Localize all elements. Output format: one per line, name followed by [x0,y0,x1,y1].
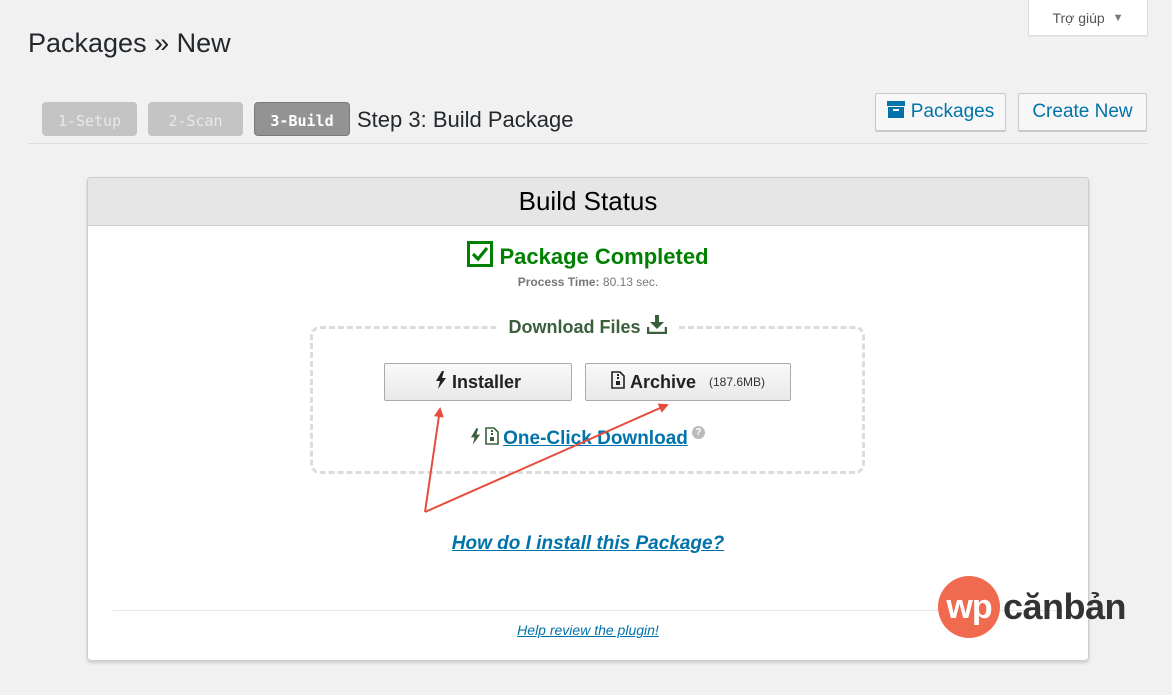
panel-title: Build Status [88,178,1088,226]
package-completed-status: Package Completed [88,241,1088,273]
step-build: 3-Build [254,102,350,136]
installer-button[interactable]: Installer [384,363,572,401]
process-time-label: Process Time: [517,275,600,289]
header-divider [28,143,1148,144]
process-time-value: 80.13 sec. [602,275,659,289]
packages-button[interactable]: Packages [875,93,1006,131]
wpcanban-logo: wp cănbản [938,576,1127,638]
download-icon [646,315,667,339]
step-scan: 2-Scan [148,102,243,136]
help-tab[interactable]: Trợ giúp ▼ [1028,0,1148,36]
download-files-legend-inner: Download Files [496,315,679,339]
help-tab-label: Trợ giúp [1052,9,1105,26]
archive-size: (187.6MB) [709,375,766,389]
bolt-icon [435,370,447,394]
logo-badge: wp [938,576,1000,638]
logo-text: cănbản [1003,586,1127,627]
how-to-install-link[interactable]: How do I install this Package? [452,533,724,554]
bolt-icon [470,427,481,450]
help-question-icon[interactable]: ? [691,426,705,439]
top-actions: Packages Create New [875,93,1147,131]
page-title: Packages » New [28,28,231,58]
process-time: Process Time: 80.13 sec. [88,275,1088,289]
file-zip-icon [485,427,499,450]
archive-button-label: Archive [629,371,696,392]
caret-down-icon: ▼ [1112,11,1124,24]
one-click-download-row: One-Click Download ? [313,426,862,450]
step-indicator: 1-Setup 2-Scan 3-Build Step 3: Build Pac… [42,102,573,136]
archive-button[interactable]: Archive (187.6MB) [585,363,791,401]
howto-row: How do I install this Package? [88,533,1088,555]
status-text: Package Completed [499,244,709,269]
installer-button-label: Installer [451,371,522,392]
checkbox-checked-icon [467,241,494,273]
step-setup: 1-Setup [42,102,137,136]
one-click-download-link[interactable]: One-Click Download [503,428,688,450]
footer-divider [113,610,1063,611]
archive-box-icon [886,100,905,124]
step-title: Step 3: Build Package [357,107,574,132]
download-files-box: Download Files Installer Archive (187.6M… [310,315,865,474]
file-zip-icon [611,370,625,394]
packages-button-label: Packages [910,101,995,122]
review-plugin-link[interactable]: Help review the plugin! [517,622,659,638]
download-files-legend: Download Files [313,315,862,339]
download-files-title: Download Files [508,316,641,337]
create-new-button[interactable]: Create New [1018,93,1147,131]
